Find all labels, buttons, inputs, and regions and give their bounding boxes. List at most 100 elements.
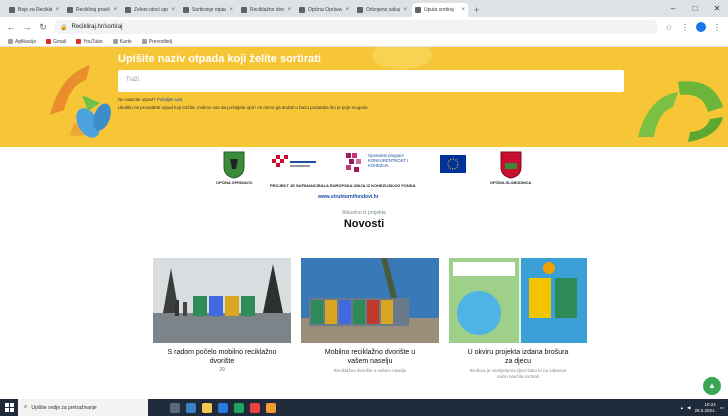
- operational-programme-text: Operativni program KONKURENTNOST I KOHEZ…: [368, 153, 409, 168]
- slobodnica-caption: OPĆINA SLOBODNICA: [490, 181, 532, 185]
- news-card-2[interactable]: Mobilno reciklažno dvorište u vašem nase…: [301, 258, 439, 398]
- excel-icon[interactable]: [234, 402, 244, 413]
- close-window-button[interactable]: ✕: [706, 0, 728, 17]
- recycle-arrows-right-graphic: [638, 81, 723, 142]
- tab-label: Uputa sortiraj: [424, 7, 454, 13]
- translate-icon: [141, 39, 147, 44]
- send-query-link[interactable]: Pošaljite upit: [157, 97, 183, 102]
- hero-title: Upišite naziv otpada koji želite sortira…: [118, 53, 321, 65]
- tab-close-icon[interactable]: ×: [229, 7, 233, 13]
- volume-icon[interactable]: ◀: [687, 405, 690, 411]
- browser-tab[interactable]: Reciklažno dvorište×: [238, 3, 294, 17]
- tab-favicon-icon: [67, 7, 73, 13]
- menu-icon[interactable]: ⋮: [712, 23, 722, 32]
- news-card-image[interactable]: [153, 258, 291, 343]
- tab-close-icon[interactable]: ×: [287, 7, 291, 13]
- tab-favicon-icon: [415, 7, 421, 13]
- partner-logos: OPĆINA OPRISAVCI Operativni program KONK…: [0, 151, 728, 203]
- eu-funding-bar: PROJEKT JE SUFINANCIRALA EUROPSKA UNIJA …: [270, 183, 416, 188]
- windows-logo-icon: [4, 403, 14, 412]
- croatian-flag-logo: [272, 153, 318, 173]
- tab-close-icon[interactable]: ×: [113, 7, 117, 13]
- brochure-photo: [449, 258, 587, 343]
- news-card-image[interactable]: [301, 258, 439, 343]
- notifications-icon[interactable]: ▭: [720, 405, 724, 411]
- operational-programme-logo: Operativni program KONKURENTNOST I KOHEZ…: [346, 153, 414, 175]
- news-card-title[interactable]: U okviru projekta izdana brošura za djec…: [449, 348, 587, 366]
- news-card-3[interactable]: U okviru projekta izdana brošura za djec…: [449, 258, 587, 398]
- tab-favicon-icon: [241, 7, 247, 13]
- browser-tab[interactable]: Sortiranje otpada ×: [180, 3, 236, 17]
- folder-icon[interactable]: [266, 402, 276, 413]
- window-controls: – □ ✕: [662, 0, 728, 17]
- news-card-title[interactable]: Mobilno reciklažno dvorište u vašem nase…: [301, 348, 439, 366]
- minimize-button[interactable]: –: [662, 0, 684, 17]
- browser-tab[interactable]: Općina Oprisavci ×: [296, 3, 352, 17]
- news-card-title[interactable]: S radom počelo mobilno reciklažno dvoriš…: [153, 348, 291, 366]
- profile-avatar[interactable]: [696, 22, 706, 32]
- programme-squares-icon: [346, 153, 361, 172]
- tab-close-icon[interactable]: ×: [403, 7, 407, 13]
- web-page: Upišite naziv otpada koji želite sortira…: [0, 47, 728, 399]
- tab-close-icon[interactable]: ×: [55, 7, 59, 13]
- file-explorer-icon[interactable]: [202, 402, 212, 413]
- bookmark-label: Karte: [119, 38, 132, 45]
- structural-funds-link[interactable]: www.strukturnifondovi.hr: [318, 194, 379, 200]
- tab-close-icon[interactable]: ×: [171, 7, 175, 13]
- hero-link-line: Ne nalazite otpad? Pošaljite upit: [118, 97, 182, 102]
- star-icon[interactable]: ☆: [664, 23, 674, 32]
- address-bar[interactable]: 🔒 Recikliraj.hr/sortiraj: [54, 20, 658, 34]
- taskbar-search-box[interactable]: ⌕ Upišite ovdje za pretraživanje: [18, 399, 148, 416]
- maps-icon: [112, 39, 118, 44]
- bookmark-translate[interactable]: Prevoditelj: [141, 39, 172, 45]
- task-view-icon[interactable]: [170, 402, 180, 413]
- bookmark-apps[interactable]: Aplikacije: [8, 39, 36, 45]
- browser-tab[interactable]: Uputa sortiraj ×: [412, 3, 468, 17]
- mail-icon[interactable]: [218, 402, 228, 413]
- browser-toolbar: ← → ↻ 🔒 Recikliraj.hr/sortiraj ☆ ⋮ ⋮: [0, 17, 728, 37]
- bookmark-gmail[interactable]: Gmail: [46, 39, 66, 45]
- news-card-excerpt: Brošura je namijenjena djeci kako bi na …: [469, 368, 567, 379]
- maximize-button[interactable]: □: [684, 0, 706, 17]
- tab-close-icon[interactable]: ×: [461, 7, 465, 13]
- tab-label: Reciklažno dvorište: [250, 7, 284, 13]
- news-card-comments: 20: [219, 367, 225, 373]
- lock-icon: 🔒: [60, 24, 68, 31]
- windows-taskbar: ⌕ Upišite ovdje za pretraživanje ▴ ◀ 10:…: [0, 399, 728, 416]
- bookmark-label: Gmail: [53, 38, 67, 45]
- bookmark-youtube[interactable]: YouTube: [76, 39, 103, 45]
- edge-icon[interactable]: [186, 402, 196, 413]
- chrome-icon[interactable]: [250, 402, 260, 413]
- forward-icon[interactable]: →: [22, 22, 32, 32]
- start-button[interactable]: [0, 399, 18, 416]
- browser-tab[interactable]: Recikliraj pravilno×: [64, 3, 120, 17]
- tab-favicon-icon: [9, 7, 15, 13]
- back-icon[interactable]: ←: [6, 22, 16, 32]
- browser-tab-bar: Boje za Reciklažu×Recikliraj pravilno×Ze…: [0, 0, 728, 17]
- tab-label: Općina Oprisavci: [308, 7, 343, 13]
- bookmark-label: Aplikacije: [15, 38, 37, 45]
- taskbar-search-placeholder: Upišite ovdje za pretraživanje: [31, 404, 97, 411]
- slobodnica-coat-of-arms-icon: [500, 151, 522, 179]
- scroll-to-top-button[interactable]: ▲: [703, 377, 721, 395]
- new-tab-button[interactable]: +: [474, 3, 479, 17]
- tab-close-icon[interactable]: ×: [345, 7, 349, 13]
- bookmark-maps[interactable]: Karte: [112, 38, 132, 45]
- mobile-recycling-photo: [301, 258, 439, 343]
- browser-tab[interactable]: Boje za Reciklažu×: [6, 3, 62, 17]
- browser-tab[interactable]: Zeleni otoci općina×: [122, 3, 178, 17]
- network-icon[interactable]: ▴: [681, 405, 683, 411]
- tab-favicon-icon: [357, 7, 363, 13]
- recycling-yard-photo: [153, 258, 291, 343]
- waste-search-input[interactable]: Traži: [118, 70, 624, 92]
- tab-favicon-icon: [125, 7, 131, 13]
- news-card-1[interactable]: S radom počelo mobilno reciklažno dvoriš…: [153, 258, 291, 398]
- browser-tab[interactable]: Odvojeno sakupljanje×: [354, 3, 410, 17]
- extensions-icon[interactable]: ⋮: [680, 23, 690, 32]
- news-card-image[interactable]: [449, 258, 587, 343]
- news-card-excerpt: Reciklažno dvorište u vašem naselju: [333, 368, 407, 373]
- bookmark-label: YouTube: [83, 38, 103, 45]
- reload-icon[interactable]: ↻: [38, 22, 48, 33]
- croatia-checkerboard-icon: [272, 155, 316, 167]
- clock[interactable]: 10:24 28.5.2021.: [694, 402, 715, 414]
